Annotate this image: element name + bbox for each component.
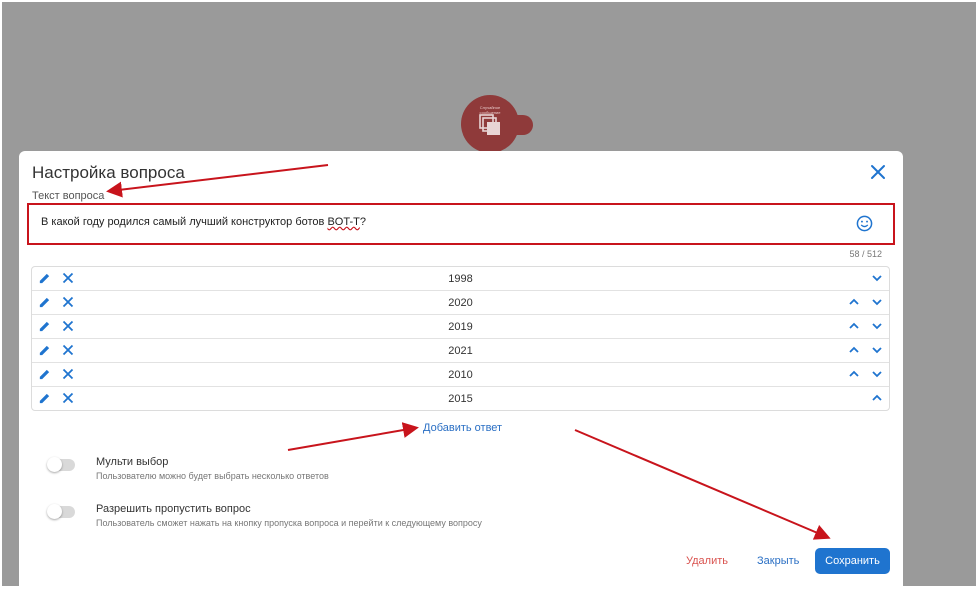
answer-value: 2015 bbox=[448, 393, 473, 405]
answer-value: 2010 bbox=[448, 369, 473, 381]
answer-value: 1998 bbox=[448, 273, 473, 285]
question-text-field[interactable]: В какой году родился самый лучший констр… bbox=[27, 203, 895, 245]
smiley-icon[interactable] bbox=[856, 215, 873, 232]
char-counter: 58 / 512 bbox=[849, 249, 882, 259]
chevron-up-icon[interactable] bbox=[871, 393, 883, 403]
chevron-down-icon[interactable] bbox=[871, 345, 883, 355]
answers-list: 1998 2020 2019 2021 2010 2015 bbox=[31, 266, 890, 411]
bot-node: Случайное сообщение bbox=[461, 95, 519, 153]
chevron-up-icon[interactable] bbox=[848, 345, 860, 355]
answer-row: 2010 bbox=[32, 363, 889, 387]
answer-value: 2020 bbox=[448, 297, 473, 309]
answer-value: 2019 bbox=[448, 321, 473, 333]
chevron-down-icon[interactable] bbox=[871, 297, 883, 307]
chevron-up-icon[interactable] bbox=[848, 369, 860, 379]
toggle-knob bbox=[47, 457, 62, 472]
question-settings-dialog: Настройка вопроса Текст вопроса В какой … bbox=[19, 151, 903, 587]
answer-row: 2021 bbox=[32, 339, 889, 363]
multi-select-toggle[interactable] bbox=[47, 457, 75, 472]
close-button[interactable]: Закрыть bbox=[757, 555, 799, 567]
option-description: Пользователю можно будет выбрать несколь… bbox=[96, 471, 329, 481]
answer-row: 2015 bbox=[32, 387, 889, 410]
allow-skip-toggle[interactable] bbox=[47, 504, 75, 519]
answer-row: 2019 bbox=[32, 315, 889, 339]
close-icon[interactable] bbox=[869, 163, 887, 181]
delete-button[interactable]: Удалить bbox=[686, 555, 728, 567]
chevron-down-icon[interactable] bbox=[871, 321, 883, 331]
chevron-down-icon[interactable] bbox=[871, 273, 883, 283]
answer-row: 1998 bbox=[32, 267, 889, 291]
add-answer-link[interactable]: Добавить ответ bbox=[423, 422, 502, 434]
chevron-up-icon[interactable] bbox=[848, 321, 860, 331]
question-text-misspelled: BOT-T bbox=[327, 216, 360, 228]
option-title: Разрешить пропустить вопрос bbox=[96, 503, 251, 515]
copy-icon bbox=[479, 114, 500, 135]
question-text-label: Текст вопроса bbox=[32, 190, 105, 202]
question-text-value[interactable]: В какой году родился самый лучший констр… bbox=[41, 216, 366, 228]
answer-value: 2021 bbox=[448, 345, 473, 357]
save-button[interactable]: Сохранить bbox=[815, 548, 890, 574]
question-text-suffix: ? bbox=[359, 216, 366, 228]
answer-row: 2020 bbox=[32, 291, 889, 315]
chevron-up-icon[interactable] bbox=[848, 297, 860, 307]
dialog-title: Настройка вопроса bbox=[32, 163, 185, 182]
option-description: Пользователь сможет нажать на кнопку про… bbox=[96, 518, 482, 528]
question-text-prefix: В какой году родился самый лучший констр… bbox=[41, 216, 328, 228]
option-title: Мульти выбор bbox=[96, 456, 169, 468]
chevron-down-icon[interactable] bbox=[871, 369, 883, 379]
toggle-knob bbox=[47, 504, 62, 519]
